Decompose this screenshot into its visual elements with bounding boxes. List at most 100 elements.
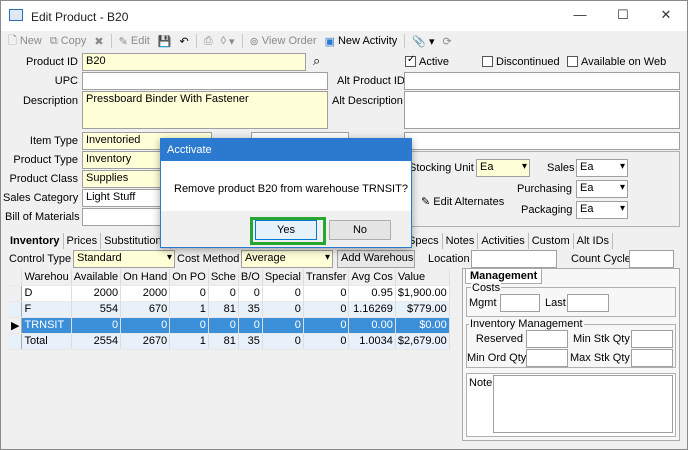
col-avg-cost[interactable]: Avg Cos bbox=[348, 269, 396, 286]
close-button[interactable]: ✕ bbox=[652, 5, 680, 25]
tab-alt-ids[interactable]: Alt IDs bbox=[574, 233, 614, 249]
row-indicator bbox=[9, 333, 23, 350]
row-indicator bbox=[9, 285, 23, 302]
cell: 2000 bbox=[120, 285, 171, 302]
min-stk-qty-field[interactable] bbox=[631, 330, 673, 348]
toolbar: 🗋 New ⧉ Copy ✖ ✎ Edit 💾 ↶ ⎙ ◊ ▾ ⊚ View Order … bbox=[5, 32, 685, 50]
control-type-select[interactable]: Standard bbox=[73, 250, 175, 268]
sales-unit-select[interactable]: Ea bbox=[576, 159, 628, 177]
col-available[interactable]: Available bbox=[71, 269, 122, 286]
cell: 0 bbox=[303, 317, 350, 334]
cost-method-select[interactable]: Average bbox=[241, 250, 333, 268]
copy-icon: ⧉ bbox=[49, 34, 58, 47]
col-transfer[interactable]: Transfer bbox=[303, 269, 350, 286]
detail-tabs-right: Specs Notes Activities Custom Alt IDs bbox=[405, 233, 614, 249]
binoculars-icon: ⊚ bbox=[249, 35, 259, 48]
pencil-icon: ✎ bbox=[421, 196, 434, 208]
max-stk-qty-field[interactable] bbox=[631, 349, 673, 367]
upc-field[interactable] bbox=[82, 72, 328, 90]
minimize-button[interactable]: — bbox=[566, 5, 594, 25]
toolbar-divider bbox=[195, 34, 197, 48]
col-on-po[interactable]: On PO bbox=[169, 269, 209, 286]
cell: Total bbox=[21, 333, 72, 350]
save-icon: 💾 bbox=[157, 35, 172, 48]
delete-button[interactable]: ✖ bbox=[91, 33, 106, 49]
count-cycle-field[interactable] bbox=[629, 250, 674, 268]
last-cost-field[interactable] bbox=[567, 294, 609, 312]
note-field[interactable] bbox=[493, 375, 673, 433]
cell: 0 bbox=[208, 317, 239, 334]
description-field[interactable]: Pressboard Binder With Fastener bbox=[82, 91, 328, 129]
cell: 81 bbox=[208, 301, 239, 318]
purchasing-unit-select[interactable]: Ea bbox=[576, 180, 628, 198]
new-button[interactable]: 🗋 New bbox=[5, 33, 45, 49]
note-label: Note bbox=[469, 377, 493, 389]
tab-notes[interactable]: Notes bbox=[443, 233, 479, 249]
min-ord-qty-field[interactable] bbox=[526, 349, 568, 367]
cell: 0.95 bbox=[348, 285, 396, 302]
alt-product-id-field[interactable] bbox=[404, 72, 680, 90]
active-label: Active bbox=[419, 56, 449, 68]
no-button[interactable]: No bbox=[329, 220, 391, 240]
col-warehouse[interactable]: Warehou bbox=[21, 269, 72, 286]
print-button[interactable]: ⎙ bbox=[201, 33, 216, 49]
cell: 2670 bbox=[120, 333, 171, 350]
toolbar-divider bbox=[110, 34, 112, 48]
table-row[interactable]: F 554 670 1 81 35 0 0 1.16269 $779.00 bbox=[9, 301, 450, 318]
product-id-field[interactable]: B20 bbox=[82, 53, 306, 71]
row-indicator bbox=[9, 301, 23, 318]
col-on-hand[interactable]: On Hand bbox=[120, 269, 171, 286]
edit-button[interactable]: ✎ Edit bbox=[116, 33, 153, 49]
tab-custom[interactable]: Custom bbox=[529, 233, 574, 249]
tab-inventory[interactable]: Inventory bbox=[7, 233, 64, 249]
cell: 2554 bbox=[71, 333, 122, 350]
stocking-unit-select[interactable]: Ea bbox=[476, 159, 530, 177]
detail-tabs: Inventory Prices Substitutions bbox=[7, 233, 172, 249]
table-row-selected[interactable]: ▶ TRNSIT 0 0 0 0 0 0 0 0.00 $0.00 bbox=[9, 317, 450, 334]
tab-prices[interactable]: Prices bbox=[64, 233, 102, 249]
mgmt-cost-label: Mgmt bbox=[469, 297, 497, 309]
mgmt-cost-field[interactable] bbox=[500, 294, 540, 312]
refresh-button[interactable]: ⟳ bbox=[440, 33, 455, 49]
new-activity-button[interactable]: ▣ New Activity bbox=[322, 33, 401, 49]
extra-field-right[interactable] bbox=[404, 132, 680, 150]
toolbar-divider bbox=[241, 34, 243, 48]
view-order-button[interactable]: ⊚ View Order bbox=[247, 33, 320, 49]
col-scheduled[interactable]: Sche bbox=[208, 269, 239, 286]
discontinued-checkbox[interactable] bbox=[482, 56, 493, 67]
tab-activities[interactable]: Activities bbox=[478, 233, 529, 249]
maximize-button[interactable]: ☐ bbox=[609, 5, 637, 25]
col-backorder[interactable]: B/O bbox=[238, 269, 263, 286]
edit-alternates-link[interactable]: ✎ Edit Alternates bbox=[421, 195, 504, 208]
printer-icon: ⎙ bbox=[203, 34, 213, 47]
cell: $2,679.00 bbox=[395, 333, 450, 350]
refresh-icon: ⟳ bbox=[442, 35, 452, 48]
attachment-button[interactable]: 📎 ▾ bbox=[409, 33, 437, 49]
cell: TRNSIT bbox=[21, 317, 72, 334]
active-checkbox[interactable] bbox=[405, 54, 416, 67]
table-row[interactable]: D 2000 2000 0 0 0 0 0 0.95 $1,900.00 bbox=[9, 285, 450, 302]
location-field[interactable] bbox=[471, 250, 557, 268]
packaging-unit-select[interactable]: Ea bbox=[576, 201, 628, 219]
cell: 0 bbox=[208, 285, 239, 302]
col-value[interactable]: Value bbox=[395, 269, 450, 286]
cell: 0 bbox=[262, 317, 304, 334]
current-row-arrow-icon: ▶ bbox=[9, 317, 23, 334]
cell: 670 bbox=[120, 301, 171, 318]
alt-description-field[interactable] bbox=[404, 91, 680, 129]
undo-icon: ↶ bbox=[179, 35, 189, 48]
copy-button[interactable]: ⧉ Copy bbox=[47, 33, 90, 49]
item-type-label: Item Type bbox=[29, 135, 78, 147]
search-icon[interactable]: ⌕ bbox=[313, 53, 320, 69]
window-title: Edit Product - B20 bbox=[31, 10, 129, 24]
alt-description-label: Alt Description bbox=[332, 95, 403, 107]
col-special[interactable]: Special bbox=[262, 269, 304, 286]
save-button[interactable]: 💾 bbox=[155, 33, 175, 49]
undo-button[interactable]: ↶ bbox=[177, 33, 192, 49]
reserved-field[interactable] bbox=[526, 330, 568, 348]
product-type-label: Product Type bbox=[13, 154, 78, 166]
add-warehouse-button[interactable]: Add Warehouse bbox=[337, 250, 415, 268]
tag-button[interactable]: ◊ ▾ bbox=[218, 33, 238, 49]
available-web-checkbox[interactable] bbox=[567, 56, 578, 67]
new-doc-icon: 🗋 bbox=[8, 34, 17, 47]
